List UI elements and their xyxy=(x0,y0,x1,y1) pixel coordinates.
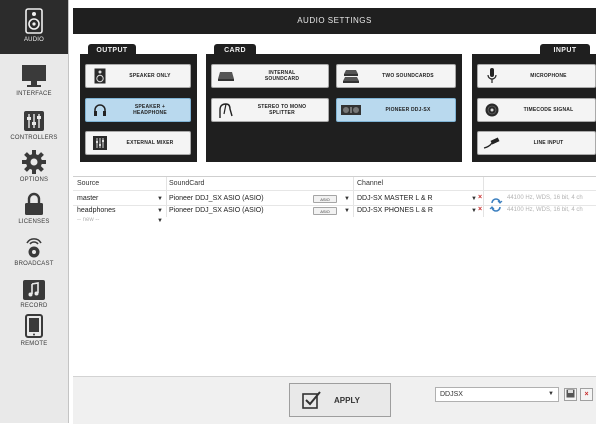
sidebar-item-label: AUDIO xyxy=(23,37,44,43)
music-note-icon xyxy=(0,266,68,300)
save-config-button[interactable] xyxy=(564,388,577,401)
chevron-down-icon[interactable]: ▼ xyxy=(344,208,350,214)
controller-icon xyxy=(337,99,365,121)
asio-config-button[interactable]: ASIO xyxy=(313,195,337,203)
channel-select[interactable]: DDJ-SX MASTER L & R xyxy=(357,195,433,202)
lock-icon xyxy=(0,182,68,216)
output-option-speaker-only[interactable]: SPEAKER ONLY xyxy=(85,64,191,88)
sidebar-item-audio[interactable]: AUDIO xyxy=(0,0,68,54)
input-option-timecode-signal[interactable]: TIMECODE SIGNAL xyxy=(477,98,596,122)
chevron-down-icon[interactable]: ▼ xyxy=(157,196,163,202)
channel-select[interactable]: DDJ-SX PHONES L & R xyxy=(357,207,433,214)
card-panel-title: CARD xyxy=(214,44,256,58)
chevron-down-icon[interactable]: ▼ xyxy=(157,218,163,224)
input-panel-title: INPUT xyxy=(540,44,590,58)
column-divider xyxy=(353,177,354,217)
routing-table: Source SoundCard Channel master ▼ Pionee… xyxy=(73,176,596,377)
speaker-icon xyxy=(86,65,114,87)
source-select[interactable]: headphones xyxy=(77,207,116,214)
format-info: 44100 Hz, WDS, 16 bit, 4 ch xyxy=(507,195,583,201)
two-soundcards-icon xyxy=(337,65,365,87)
column-header-soundcard: SoundCard xyxy=(169,180,205,187)
card-option-pioneer-ddj-sx[interactable]: PIONEER DDJ-SX xyxy=(336,98,456,122)
chevron-down-icon[interactable]: ▼ xyxy=(471,208,477,214)
speaker-icon xyxy=(0,0,68,34)
output-panel-title: OUTPUT xyxy=(88,44,136,58)
column-divider xyxy=(166,177,167,217)
delete-config-button[interactable]: × xyxy=(580,388,593,401)
output-panel: OUTPUT SPEAKER ONLY SPEAKER + HEADPHONE … xyxy=(80,44,197,162)
card-panel: CARD INTERNAL SOUNDCARD TWO SOUNDCARDS S… xyxy=(206,44,462,162)
new-source-select[interactable]: -- new -- xyxy=(77,217,99,223)
monitor-icon xyxy=(0,54,68,88)
tablet-icon xyxy=(0,304,68,338)
sidebar-item-label: INTERFACE xyxy=(16,91,52,97)
card-option-internal-soundcard[interactable]: INTERNAL SOUNDCARD xyxy=(211,64,329,88)
format-info: 44100 Hz, WDS, 16 bit, 4 ch xyxy=(507,207,583,213)
config-select-value: DDJSX xyxy=(440,391,463,398)
source-select[interactable]: master xyxy=(77,195,98,202)
checkbox-icon xyxy=(302,391,322,409)
row-divider xyxy=(73,205,596,206)
column-divider xyxy=(483,177,484,217)
link-channels-icon[interactable] xyxy=(489,197,503,218)
column-header-channel: Channel xyxy=(357,180,384,187)
splitter-cable-icon xyxy=(212,99,240,121)
soundcard-select[interactable]: Pioneer DDJ_SX ASIO (ASIO) xyxy=(169,195,264,202)
soundcard-icon xyxy=(212,65,240,87)
chevron-down-icon[interactable]: ▼ xyxy=(157,208,163,214)
input-panel: INPUT MICROPHONE TIMECODE SIGNAL LINE IN… xyxy=(472,44,596,162)
soundcard-select[interactable]: Pioneer DDJ_SX ASIO (ASIO) xyxy=(169,207,264,214)
sidebar: AUDIO INTERFACE CONTROLLERS OPTIONS LICE… xyxy=(0,0,69,423)
column-header-source: Source xyxy=(77,180,100,187)
chevron-down-icon[interactable]: ▼ xyxy=(548,388,554,401)
bottom-bar: APPLY DDJSX ▼ × xyxy=(73,376,596,424)
close-icon: × xyxy=(584,391,589,398)
sidebar-item-label: REMOTE xyxy=(20,341,48,347)
gear-icon xyxy=(0,140,68,174)
apply-label: APPLY xyxy=(334,395,360,405)
mixer-icon xyxy=(86,132,114,154)
card-option-two-soundcards[interactable]: TWO SOUNDCARDS xyxy=(336,64,456,88)
output-option-external-mixer[interactable]: EXTERNAL MIXER xyxy=(85,131,191,155)
sliders-icon xyxy=(0,98,68,132)
floppy-icon xyxy=(566,389,575,400)
line-cable-icon xyxy=(478,132,506,154)
delete-row-icon[interactable]: × xyxy=(478,206,482,213)
output-option-speaker-headphone[interactable]: SPEAKER + HEADPHONE xyxy=(85,98,191,122)
apply-button[interactable]: APPLY xyxy=(289,383,391,417)
header-divider xyxy=(73,190,596,191)
input-option-microphone[interactable]: MICROPHONE xyxy=(477,64,596,88)
broadcast-icon xyxy=(0,224,68,258)
card-option-stereo-to-mono-splitter[interactable]: STEREO TO MONO SPLITTER xyxy=(211,98,329,122)
chevron-down-icon[interactable]: ▼ xyxy=(344,196,350,202)
delete-row-icon[interactable]: × xyxy=(478,194,482,201)
page-title: AUDIO SETTINGS xyxy=(73,8,596,34)
microphone-icon xyxy=(478,65,506,87)
asio-config-button[interactable]: ASIO xyxy=(313,207,337,215)
config-select[interactable]: DDJSX ▼ xyxy=(435,387,559,402)
sidebar-item-remote[interactable]: REMOTE xyxy=(0,304,68,358)
chevron-down-icon[interactable]: ▼ xyxy=(471,196,477,202)
vinyl-icon xyxy=(478,99,506,121)
headphone-icon xyxy=(86,99,114,121)
input-option-line-input[interactable]: LINE INPUT xyxy=(477,131,596,155)
